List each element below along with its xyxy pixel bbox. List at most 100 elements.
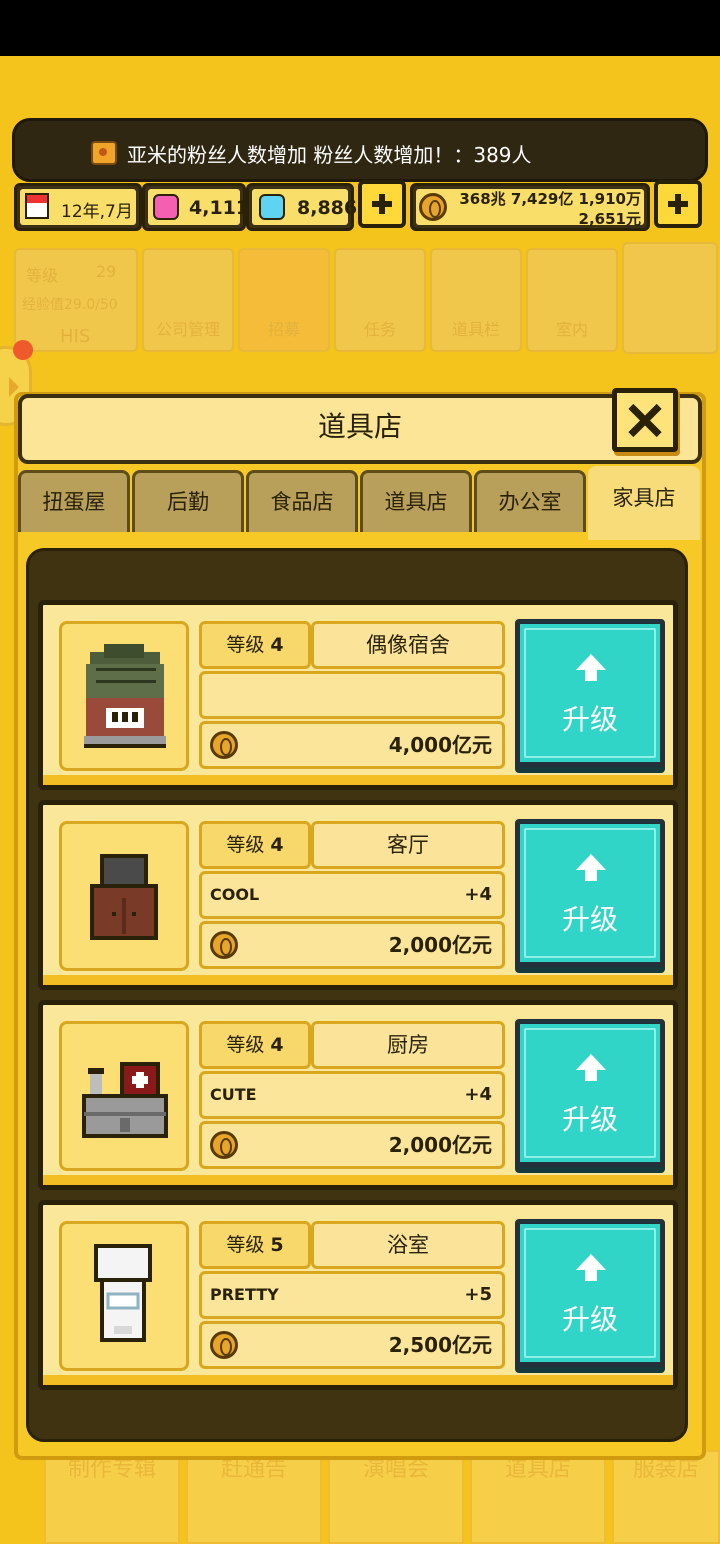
- toilet-icon: [94, 1244, 152, 1342]
- notification-dot: [13, 340, 33, 360]
- tab-item-shop[interactable]: 道具店: [360, 470, 472, 532]
- add-money-button[interactable]: [654, 180, 702, 228]
- dorm-icon: [84, 644, 166, 748]
- upgrade-button[interactable]: 升级: [515, 1219, 665, 1367]
- bottom-clothes: 服装店: [612, 1450, 720, 1544]
- date-display: 12年,7月: [14, 183, 142, 231]
- pink-gem-value: 4,111: [189, 197, 250, 219]
- bg-level-label: 等级: [26, 266, 59, 285]
- up-arrow-icon: [576, 1254, 606, 1284]
- upgrade-label: 升级: [561, 703, 618, 736]
- dialog-title: 道具店: [317, 410, 402, 443]
- stat-value: +4: [464, 884, 492, 905]
- bottom-shop-label: 道具店: [504, 1457, 571, 1482]
- money-line1: 368兆 7,429亿 1,910万: [459, 190, 641, 208]
- coin-icon: [210, 931, 238, 959]
- item-name: 厨房: [311, 1021, 505, 1069]
- menu-company-label: 公司管理: [155, 320, 220, 339]
- add-gems-button[interactable]: [358, 180, 406, 228]
- stat-value: +4: [464, 1084, 492, 1105]
- item-card-living-room: 等级 4 客厅 COOL +4 2,000亿元 升级: [38, 800, 678, 990]
- tab-furniture-shop[interactable]: 家具店: [588, 466, 700, 540]
- level-label: 等级: [226, 1234, 265, 1256]
- money-counter: 368兆 7,429亿 1,910万 2,651元: [410, 183, 650, 231]
- bottom-schedule: 赶通告: [186, 1450, 322, 1544]
- tab-gacha[interactable]: 扭蛋屋: [18, 470, 130, 532]
- kitchen-stove-icon: [82, 1062, 168, 1138]
- menu-inventory: 道具栏: [430, 248, 522, 352]
- coin-icon: [210, 1331, 238, 1359]
- menu-recruit: 招募: [238, 248, 330, 352]
- item-price: 2,000亿元: [199, 1121, 505, 1169]
- item-name: 浴室: [311, 1221, 505, 1269]
- menu-interior-label: 室内: [555, 320, 588, 339]
- item-thumbnail: [59, 1021, 189, 1171]
- stat-value: +5: [464, 1284, 492, 1305]
- item-card-kitchen: 等级 4 厨房 CUTE +4 2,000亿元 升级: [38, 1000, 678, 1190]
- blue-gem-value: 8,886: [297, 197, 358, 219]
- price-value: 2,500亿元: [388, 1333, 492, 1357]
- tab-logistics[interactable]: 后勤: [132, 470, 244, 532]
- item-level: 等级 4: [199, 1021, 311, 1069]
- blue-gem-counter: 8,886: [246, 183, 358, 231]
- upgrade-button[interactable]: 升级: [515, 619, 665, 767]
- item-stat: CUTE +4: [199, 1071, 505, 1119]
- notification-banner: 亚米的粉丝人数增加 粉丝人数增加！：389人: [12, 118, 708, 182]
- stat-name: PRETTY: [210, 1285, 279, 1304]
- item-thumbnail: [59, 821, 189, 971]
- upgrade-label: 升级: [561, 1303, 618, 1336]
- item-price: 2,000亿元: [199, 921, 505, 969]
- menu-gift: [622, 242, 718, 354]
- coin-icon: [210, 1131, 238, 1159]
- profile-card-bg: 等级 29 经验值29.0/50 HIS: [14, 248, 138, 352]
- bg-level-value: 29: [96, 262, 117, 281]
- date-text: 12年,7月: [61, 202, 133, 222]
- item-name: 偶像宿舍: [311, 621, 505, 669]
- close-button[interactable]: [612, 388, 678, 452]
- price-value: 2,000亿元: [388, 1133, 492, 1157]
- coin-icon: [210, 731, 238, 759]
- notification-icon: [91, 141, 117, 165]
- notification-text: 亚米的粉丝人数增加 粉丝人数增加！：389人: [127, 143, 532, 167]
- item-stat: PRETTY +5: [199, 1271, 505, 1319]
- bg-name: HIS: [60, 326, 91, 347]
- coin-icon: [419, 193, 447, 221]
- item-level: 等级 4: [199, 621, 311, 669]
- bottom-concert-label: 演唱会: [362, 1457, 429, 1482]
- menu-quest: 任务: [334, 248, 426, 352]
- level-value: 4: [270, 634, 284, 656]
- level-value: 4: [270, 1034, 284, 1056]
- up-arrow-icon: [576, 654, 606, 684]
- item-card-dorm: 等级 4 偶像宿舍 4,000亿元 升级: [38, 600, 678, 790]
- tab-food-shop[interactable]: 食品店: [246, 470, 358, 532]
- item-price: 2,500亿元: [199, 1321, 505, 1369]
- tab-office[interactable]: 办公室: [474, 470, 586, 532]
- item-level: 等级 5: [199, 1221, 311, 1269]
- menu-recruit-label: 招募: [267, 320, 300, 339]
- bottom-concert: 演唱会: [328, 1450, 464, 1544]
- level-value: 5: [270, 1234, 284, 1256]
- upgrade-button[interactable]: 升级: [515, 1019, 665, 1167]
- upgrade-label: 升级: [561, 903, 618, 936]
- calendar-icon: [25, 193, 49, 219]
- stat-name: CUTE: [210, 1085, 257, 1104]
- pink-gem-counter: 4,111: [142, 183, 250, 231]
- menu-company: 公司管理: [142, 248, 234, 352]
- upgrade-button[interactable]: 升级: [515, 819, 665, 967]
- item-stat: COOL +4: [199, 871, 505, 919]
- bottom-shop: 道具店: [470, 1450, 606, 1544]
- item-stat: [199, 671, 505, 719]
- item-thumbnail: [59, 1221, 189, 1371]
- item-thumbnail: [59, 621, 189, 771]
- item-name: 客厅: [311, 821, 505, 869]
- bottom-clothes-label: 服装店: [632, 1457, 699, 1482]
- item-price: 4,000亿元: [199, 721, 505, 769]
- bg-exp-text: 经验值29.0/50: [22, 297, 118, 313]
- item-level: 等级 4: [199, 821, 311, 869]
- level-label: 等级: [226, 834, 265, 856]
- menu-inventory-label: 道具栏: [451, 320, 500, 339]
- bottom-schedule-label: 赶通告: [220, 1457, 287, 1482]
- status-bar: [0, 0, 720, 56]
- level-label: 等级: [226, 634, 265, 656]
- menu-interior: 室内: [526, 248, 618, 352]
